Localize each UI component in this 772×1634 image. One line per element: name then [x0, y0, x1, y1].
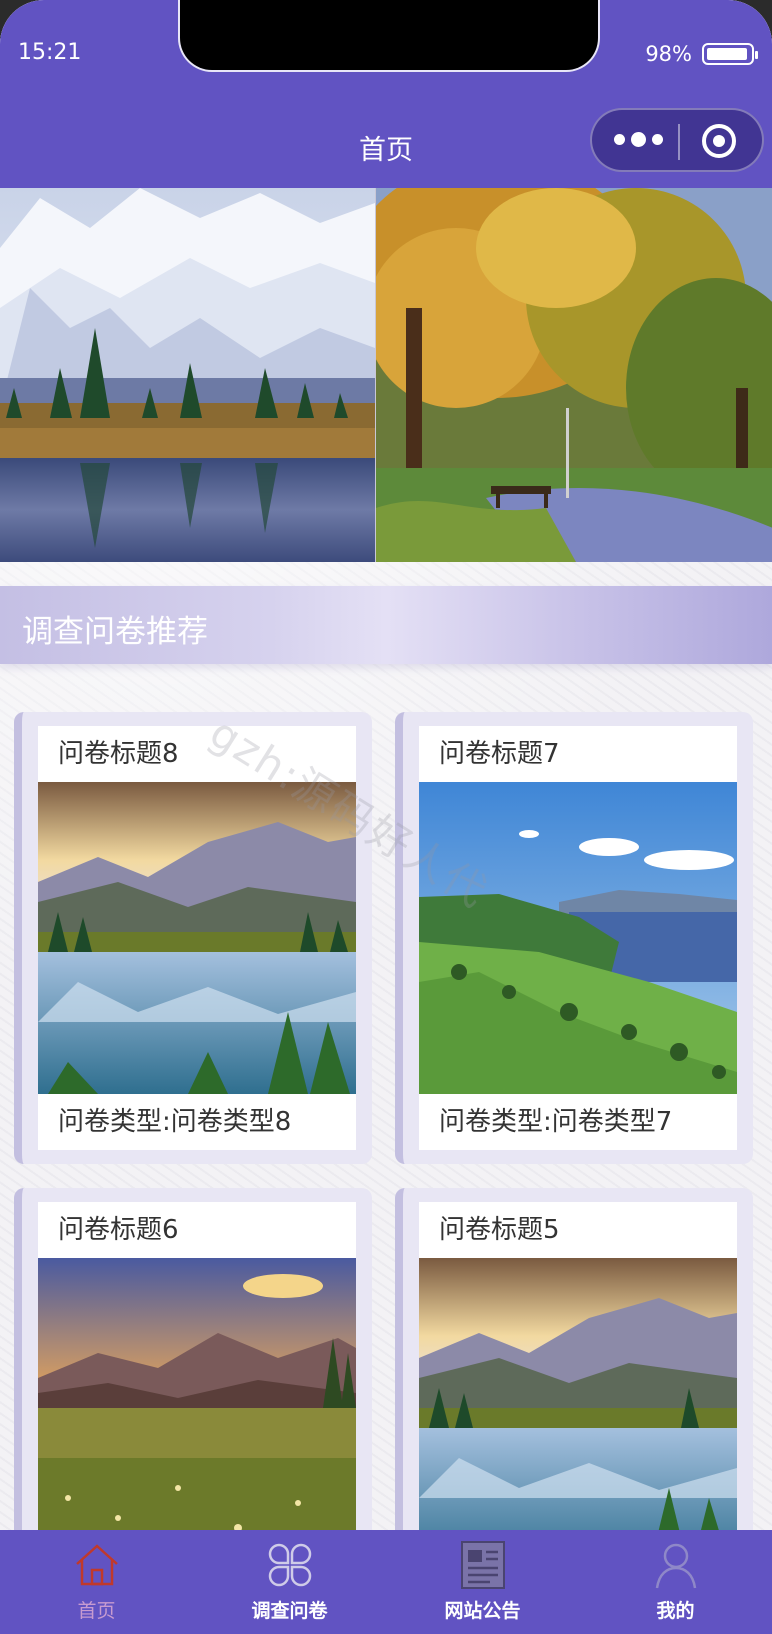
survey-image-flower-meadow[interactable]: [38, 1258, 356, 1570]
home-icon: [75, 1544, 118, 1586]
notch: [178, 0, 600, 72]
section-title: 调查问卷推荐: [22, 614, 208, 650]
status-battery: 98%: [645, 42, 758, 66]
section-header: 调查问卷推荐: [0, 586, 772, 664]
survey-type: 问卷类型:问卷类型7: [439, 1107, 673, 1137]
user-icon: [655, 1543, 696, 1589]
battery-icon: [702, 43, 758, 65]
survey-title: 问卷标题5: [439, 1215, 560, 1245]
survey-image-mountain-lake[interactable]: [38, 782, 356, 1094]
phone-screen: 15:21 98% 首页 调查问卷推荐 问卷标题8 问卷类型:问卷类型8 问卷标…: [0, 0, 772, 1634]
more-dots-icon[interactable]: [614, 132, 663, 147]
banner-image-autumn-park[interactable]: [375, 188, 772, 562]
mini-program-capsule: [590, 108, 764, 172]
tab-home-label: 首页: [77, 1600, 116, 1622]
tab-announcement-label: 网站公告: [444, 1600, 521, 1622]
survey-image-mountain-lake-2[interactable]: [419, 1258, 737, 1570]
close-target-icon[interactable]: [702, 124, 736, 158]
tab-announcement[interactable]: 网站公告: [386, 1530, 579, 1634]
banner-carousel[interactable]: [0, 188, 772, 562]
capsule-divider: [678, 124, 680, 160]
survey-title: 问卷标题6: [58, 1215, 179, 1245]
newspaper-icon: [460, 1541, 505, 1589]
status-time: 15:21: [18, 40, 82, 65]
battery-fill: [707, 48, 748, 60]
tab-survey[interactable]: 调查问卷: [193, 1530, 386, 1634]
header: 15:21 98% 首页: [0, 0, 772, 188]
survey-type: 问卷类型:问卷类型8: [58, 1107, 292, 1137]
tab-mine-label: 我的: [656, 1600, 695, 1622]
tab-survey-label: 调查问卷: [251, 1600, 328, 1622]
survey-title: 问卷标题7: [439, 739, 560, 769]
survey-card[interactable]: 问卷标题7 问卷类型:问卷类型7: [395, 712, 753, 1164]
tab-home[interactable]: 首页: [0, 1530, 193, 1634]
survey-card-content: 问卷标题7 问卷类型:问卷类型7: [419, 726, 737, 1150]
clover-grid-icon: [268, 1543, 311, 1587]
tab-mine[interactable]: 我的: [579, 1530, 772, 1634]
battery-percent: 98%: [645, 42, 692, 66]
survey-image-green-hills-lake[interactable]: [419, 782, 737, 1094]
bottom-tab-bar: 首页 调查问卷 网站公告 我的: [0, 1530, 772, 1634]
banner-image-snow-mountain[interactable]: [0, 188, 375, 562]
